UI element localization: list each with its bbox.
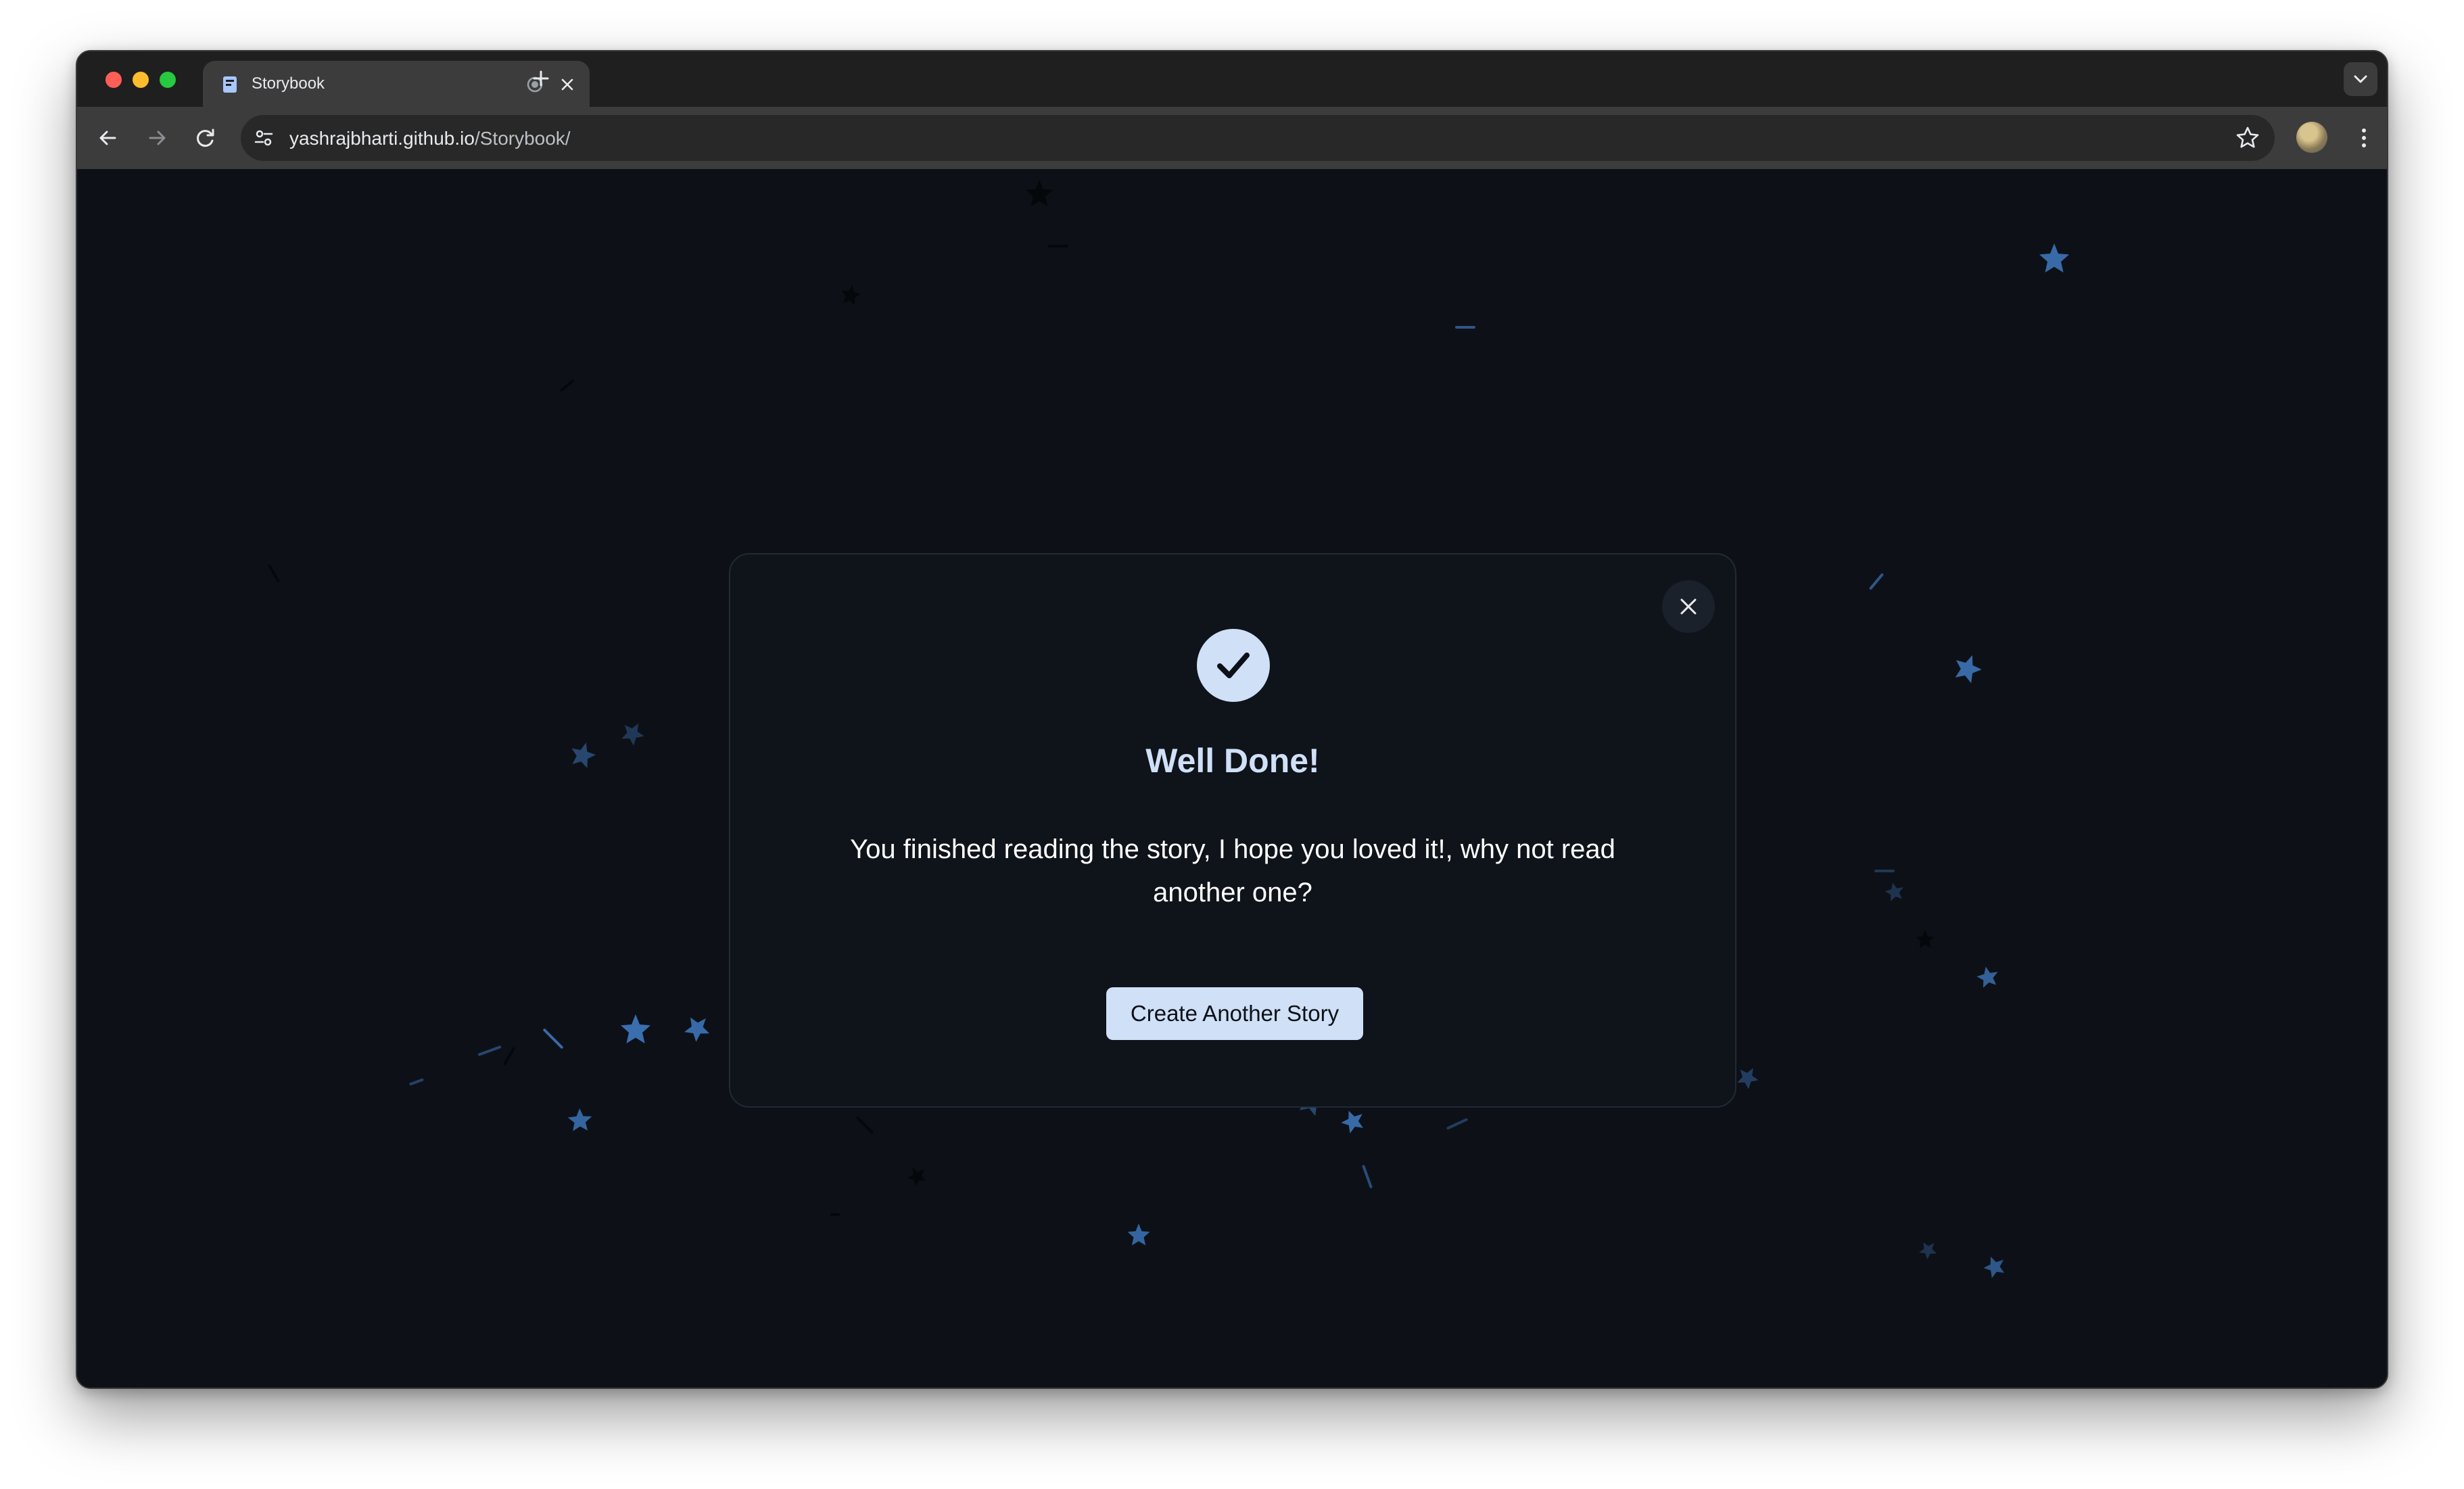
chevron-down-icon xyxy=(2354,75,2367,83)
confetti-star-icon xyxy=(621,1014,650,1043)
confetti-star-icon xyxy=(907,1167,926,1187)
bookmark-star-icon[interactable] xyxy=(2234,124,2261,151)
confetti-star-icon xyxy=(1983,1256,2005,1278)
dialog-close-button[interactable] xyxy=(1662,580,1715,633)
tab-search-button[interactable] xyxy=(2344,62,2377,96)
browser-window: Storybook yashrajbharti.github.io/Storyb… xyxy=(76,50,2388,1389)
success-badge xyxy=(1197,629,1270,702)
dialog-message: You finished reading the story, I hope y… xyxy=(850,834,1615,907)
confetti-star-icon xyxy=(1885,882,1903,901)
confetti-star-icon xyxy=(1976,966,1998,988)
confetti-streak xyxy=(1048,245,1068,247)
minimize-window-button[interactable] xyxy=(133,72,149,88)
confetti-star-icon xyxy=(1127,1223,1150,1246)
forward-arrow-icon[interactable] xyxy=(142,123,172,153)
page-viewport: Well Done! You finished reading the stor… xyxy=(77,169,2387,1388)
browser-toolbar: yashrajbharti.github.io/Storybook/ xyxy=(77,107,2387,169)
confetti-streak xyxy=(1868,573,1885,590)
close-icon xyxy=(1680,598,1697,615)
address-bar[interactable]: yashrajbharti.github.io/Storybook/ xyxy=(241,115,2275,161)
tab-title: Storybook xyxy=(252,74,325,93)
new-tab-icon[interactable] xyxy=(529,66,553,91)
confetti-star-icon xyxy=(1341,1110,1363,1133)
confetti-streak xyxy=(830,1213,840,1216)
confetti-streak xyxy=(1446,1118,1469,1130)
confetti-star-icon xyxy=(1025,179,1053,207)
dialog-title: Well Done! xyxy=(1145,742,1320,780)
tab-strip: Storybook xyxy=(77,51,2387,107)
confetti-star-icon xyxy=(1737,1068,1759,1089)
confetti-streak xyxy=(1361,1164,1373,1189)
confetti-star-icon xyxy=(567,1108,592,1131)
site-settings-icon[interactable] xyxy=(252,126,276,150)
close-tab-icon[interactable] xyxy=(559,76,576,93)
confetti-streak xyxy=(855,1116,874,1135)
confetti-streak xyxy=(408,1078,425,1086)
confetti-streak xyxy=(1874,870,1895,872)
back-arrow-icon[interactable] xyxy=(93,123,123,153)
confetti-star-icon xyxy=(1916,930,1935,949)
confetti-star-icon xyxy=(1955,655,1982,684)
close-window-button[interactable] xyxy=(105,72,122,88)
confetti-star-icon xyxy=(841,285,861,306)
url-text: yashrajbharti.github.io/Storybook/ xyxy=(289,128,571,149)
maximize-window-button[interactable] xyxy=(160,72,176,88)
url-domain: yashrajbharti.github.io xyxy=(289,128,475,149)
confetti-star-icon xyxy=(1919,1242,1937,1260)
confetti-streak xyxy=(477,1045,502,1057)
confetti-streak xyxy=(559,379,575,392)
confetti-streak xyxy=(1455,326,1475,329)
confetti-star-icon xyxy=(684,1017,710,1042)
confetti-streak xyxy=(542,1028,564,1049)
confetti-star-icon xyxy=(571,742,596,768)
confetti-star-icon xyxy=(621,723,644,746)
url-path: /Storybook/ xyxy=(474,128,571,149)
completion-dialog: Well Done! You finished reading the stor… xyxy=(729,553,1736,1108)
confetti-streak xyxy=(267,564,281,583)
confetti-star-icon xyxy=(2039,243,2069,273)
book-icon xyxy=(223,76,237,93)
more-options-icon[interactable] xyxy=(2349,123,2379,153)
confetti-streak xyxy=(502,1047,516,1066)
reload-icon[interactable] xyxy=(191,123,220,153)
create-another-story-button[interactable]: Create Another Story xyxy=(1106,987,1363,1040)
check-icon xyxy=(1217,653,1250,678)
profile-avatar[interactable] xyxy=(2296,122,2327,153)
